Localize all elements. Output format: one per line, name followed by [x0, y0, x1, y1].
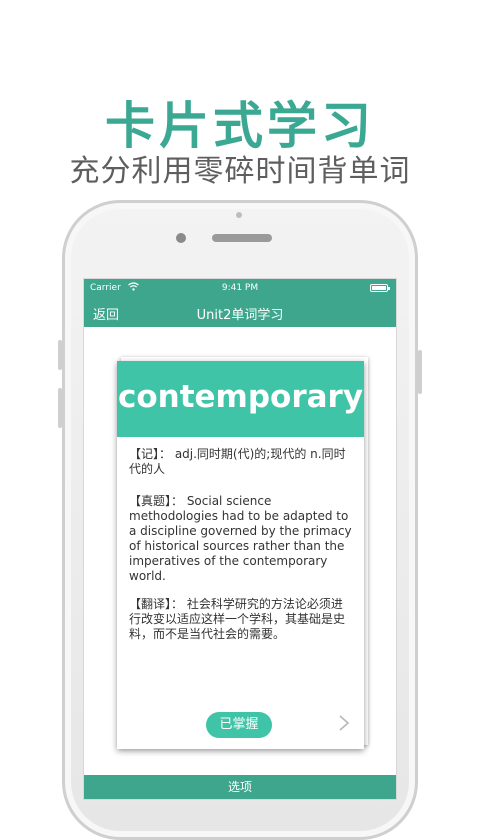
phone-sensor: [236, 212, 242, 218]
card-memo: 【记】： adj.同时期(代)的;现代的 n.同时代的人: [129, 447, 346, 476]
card-translation: 【翻译】： 社会科学研究的方法论必须进行改变以适应这样一个学科，其基础是史料，而…: [129, 597, 346, 641]
card-exam-sentence: 【真题】： Social science methodologies had t…: [129, 494, 352, 583]
word-card[interactable]: contemporary 【记】： adj.同时期(代)的;现代的 n.同时代的…: [117, 361, 364, 749]
chevron-right-icon[interactable]: [338, 713, 350, 737]
phone-side-button: [58, 340, 62, 370]
phone-power-button: [418, 350, 422, 394]
phone-earpiece: [212, 234, 272, 242]
options-tab[interactable]: 选项: [84, 775, 396, 799]
status-bar: Carrier 9:41 PM: [84, 279, 396, 297]
card-header: contemporary: [117, 361, 364, 437]
phone-volume-button: [58, 388, 62, 428]
camera-icon: [176, 233, 186, 243]
page-title: Unit2单词学习: [196, 308, 284, 323]
mastered-button[interactable]: 已掌握: [206, 712, 272, 738]
card-area: contemporary 【记】： adj.同时期(代)的;现代的 n.同时代的…: [84, 327, 396, 775]
promo-subheadline: 充分利用零碎时间背单词: [69, 154, 411, 189]
card-word: contemporary: [117, 379, 364, 415]
status-time: 9:41 PM: [221, 283, 259, 293]
nav-bar: 返回 Unit2单词学习: [84, 297, 396, 327]
battery-icon: [370, 284, 390, 292]
phone-screen: Carrier 9:41 PM 返回 Unit2单词学习 contemporar…: [83, 278, 397, 800]
